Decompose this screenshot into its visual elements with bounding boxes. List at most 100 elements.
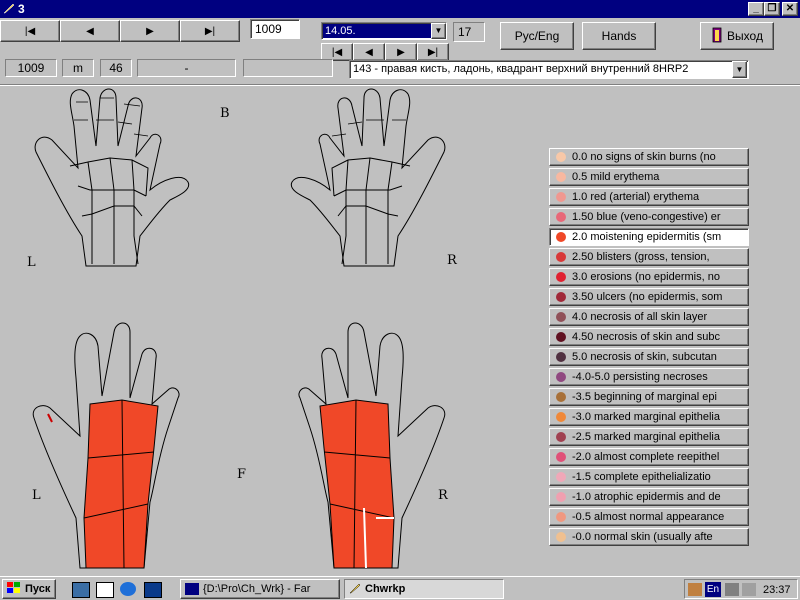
browser-icon[interactable] — [120, 582, 136, 596]
legend-item[interactable]: -1.5 complete epithelializatio — [549, 468, 749, 486]
region-chevron-down-icon[interactable]: ▼ — [732, 61, 747, 78]
date-select-value: 14.05. — [323, 24, 431, 38]
legend-label: -0.5 almost normal appearance — [572, 511, 725, 523]
hand-diagrams — [32, 88, 446, 569]
legend-item[interactable]: 1.50 blue (veno-congestive) er — [549, 208, 749, 226]
info-field-3: - — [137, 59, 236, 77]
legend-item[interactable]: 4.50 necrosis of skin and subc — [549, 328, 749, 346]
sub-nav-last-icon: ▶| — [427, 46, 439, 58]
severity-color-swatch — [556, 212, 566, 222]
nav-first-icon: |◀ — [24, 25, 36, 37]
burn-area-left — [83, 399, 159, 569]
legend-label: -3.5 beginning of marginal epi — [572, 391, 717, 403]
legend-item[interactable]: 3.0 erosions (no epidermis, no — [549, 268, 749, 286]
nav-first-button[interactable]: |◀ — [0, 20, 60, 42]
legend-item[interactable]: -0.5 almost normal appearance — [549, 508, 749, 526]
info-field-4 — [243, 59, 333, 77]
back-view-label: B — [220, 106, 230, 121]
severity-color-swatch — [556, 332, 566, 342]
hands-button[interactable]: Hands — [582, 22, 656, 50]
front-view-label: F — [237, 467, 247, 482]
hand-back-left[interactable] — [34, 88, 190, 267]
minimize-button[interactable]: _ — [748, 2, 764, 16]
severity-color-swatch — [556, 452, 566, 462]
clock: 23:37 — [763, 584, 791, 596]
severity-color-swatch — [556, 392, 566, 402]
nav-prev-icon: ◀ — [86, 25, 94, 37]
language-button[interactable]: Рус/Eng — [500, 22, 574, 50]
left-label-top: L — [27, 255, 36, 270]
start-button[interactable]: Пуск — [2, 579, 56, 599]
severity-color-swatch — [556, 512, 566, 522]
nav-next-button[interactable]: ▶ — [120, 20, 180, 42]
nav-next-icon: ▶ — [146, 25, 154, 37]
legend-label: 5.0 necrosis of skin, subcutan — [572, 351, 717, 363]
legend-label: 1.50 blue (veno-congestive) er — [572, 211, 721, 223]
legend-item[interactable]: 4.0 necrosis of all skin layer — [549, 308, 749, 326]
chevron-down-icon[interactable]: ▼ — [431, 23, 446, 39]
sub-nav-last-button[interactable]: ▶| — [417, 43, 449, 61]
date-select[interactable]: 14.05. ▼ — [321, 22, 447, 40]
taskbar-chwrkp[interactable]: Chwrkp — [344, 579, 504, 599]
restore-button[interactable]: ❐ — [764, 2, 780, 16]
legend-item[interactable]: -3.5 beginning of marginal epi — [549, 388, 749, 406]
legend-label: 0.0 no signs of skin burns (no — [572, 151, 716, 163]
exit-button[interactable]: Выход — [700, 22, 774, 50]
patient-sex: m — [62, 59, 94, 77]
legend-item[interactable]: 2.50 blisters (gross, tension, — [549, 248, 749, 266]
legend-item[interactable]: 0.0 no signs of skin burns (no — [549, 148, 749, 166]
nav-last-button[interactable]: ▶| — [180, 20, 240, 42]
severity-color-swatch — [556, 292, 566, 302]
legend-item[interactable]: 2.0 moistening epidermitis (sm — [549, 228, 749, 246]
severity-color-swatch — [556, 172, 566, 182]
show-desktop-icon[interactable] — [72, 582, 90, 598]
legend-item[interactable]: 3.50 ulcers (no epidermis, som — [549, 288, 749, 306]
legend-item[interactable]: -1.0 atrophic epidermis and de — [549, 488, 749, 506]
legend-item[interactable]: -2.5 marked marginal epithelia — [549, 428, 749, 446]
severity-color-swatch — [556, 412, 566, 422]
legend-item[interactable]: -2.0 almost complete reepithel — [549, 448, 749, 466]
language-indicator[interactable]: En — [705, 582, 721, 597]
legend-item[interactable]: 0.5 mild erythema — [549, 168, 749, 186]
record-id-field[interactable]: 1009 — [250, 19, 300, 39]
legend-item[interactable]: -0.0 normal skin (usually afte — [549, 528, 749, 546]
taskbar-far-manager[interactable]: {D:\Pro\Ch_Wrk} - Far — [180, 579, 340, 599]
hand-front-left[interactable] — [32, 322, 180, 569]
legend-label: 3.50 ulcers (no epidermis, som — [572, 291, 723, 303]
tray-icon-2[interactable] — [725, 583, 739, 596]
hand-front-right[interactable] — [298, 322, 446, 569]
system-tray: En 23:37 — [684, 579, 798, 599]
legend-item[interactable]: 1.0 red (arterial) erythema — [549, 188, 749, 206]
nav-prev-button[interactable]: ◀ — [60, 20, 120, 42]
legend-label: -3.0 marked marginal epithelia — [572, 411, 720, 423]
window-title: 3 — [18, 2, 25, 16]
severity-color-swatch — [556, 312, 566, 322]
close-button[interactable]: ✕ — [782, 2, 798, 16]
legend-item[interactable]: 5.0 necrosis of skin, subcutan — [549, 348, 749, 366]
legend-item[interactable]: -4.0-5.0 persisting necroses — [549, 368, 749, 386]
patient-id: 1009 — [5, 59, 57, 77]
tray-icon-3[interactable] — [742, 583, 756, 596]
tray-icon-1[interactable] — [688, 583, 702, 596]
exit-label: Выход — [727, 29, 763, 43]
explorer-icon[interactable] — [144, 582, 162, 598]
date-count: 17 — [453, 22, 485, 42]
left-label-bottom: L — [32, 488, 41, 503]
severity-color-swatch — [556, 352, 566, 362]
sub-nav-next-button[interactable]: ▶ — [385, 43, 417, 61]
legend-item[interactable]: -3.0 marked marginal epithelia — [549, 408, 749, 426]
severity-color-swatch — [556, 232, 566, 242]
windows-logo-icon — [7, 581, 21, 597]
sub-nav-prev-button[interactable]: ◀ — [353, 43, 385, 61]
legend-label: -1.0 atrophic epidermis and de — [572, 491, 721, 503]
legend-label: 3.0 erosions (no epidermis, no — [572, 271, 720, 283]
severity-color-swatch — [556, 532, 566, 542]
region-select[interactable]: 143 - правая кисть, ладонь, квадрант вер… — [349, 60, 749, 79]
legend-label: 2.0 moistening epidermitis (sm — [572, 231, 722, 243]
notepad-icon[interactable] — [96, 582, 114, 598]
region-select-value: 143 - правая кисть, ладонь, квадрант вер… — [353, 63, 689, 75]
hand-back-right[interactable] — [290, 88, 446, 267]
severity-color-swatch — [556, 432, 566, 442]
chwrkp-label: Chwrkp — [365, 583, 406, 595]
legend-label: -1.5 complete epithelializatio — [572, 471, 711, 483]
